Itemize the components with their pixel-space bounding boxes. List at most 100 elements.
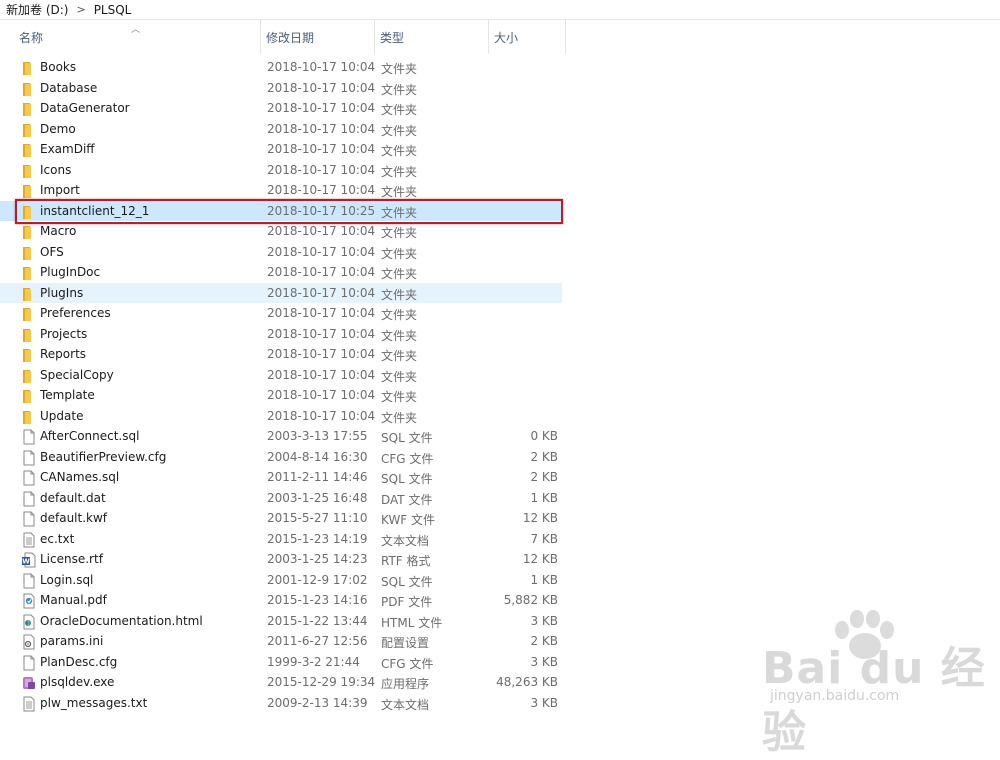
file-row[interactable]: Database 2018-10-17 10:04 文件夹 bbox=[0, 78, 562, 99]
file-row[interactable]: CANames.sql 2011-2-11 14:46 SQL 文件 2 KB bbox=[0, 467, 562, 488]
folder-icon bbox=[23, 369, 31, 383]
file-row[interactable]: Icons 2018-10-17 10:04 文件夹 bbox=[0, 160, 562, 181]
file-name: ec.txt bbox=[40, 531, 75, 546]
file-size: 48,263 KB bbox=[496, 675, 558, 689]
file-name: Preferences bbox=[40, 306, 111, 320]
file-row[interactable]: W License.rtf 2003-1-25 14:23 RTF 格式 12 KB bbox=[0, 549, 562, 570]
file-row[interactable]: Manual.pdf 2015-1-23 14:16 PDF 文件 5,882 KB bbox=[0, 590, 562, 611]
file-row[interactable]: AfterConnect.sql 2003-3-13 17:55 SQL 文件 0 K… bbox=[0, 426, 562, 447]
file-icon bbox=[23, 450, 35, 465]
file-icon bbox=[22, 450, 36, 465]
file-name: Books bbox=[40, 60, 77, 74]
file-row[interactable]: Macro 2018-10-17 10:04 文件夹 bbox=[0, 221, 562, 242]
file-name: PlanDesc.cfg bbox=[40, 654, 118, 669]
file-icon bbox=[22, 491, 36, 506]
file-row[interactable]: DataGenerator 2018-10-17 10:04 文件夹 bbox=[0, 98, 562, 119]
file-row[interactable]: Reports 2018-10-17 10:04 文件夹 bbox=[0, 344, 562, 365]
file-name: PlugInDoc bbox=[40, 265, 101, 279]
folder-icon bbox=[23, 246, 31, 260]
file-row[interactable]: Template 2018-10-17 10:04 文件夹 bbox=[0, 385, 562, 406]
file-name: params.ini bbox=[40, 634, 104, 648]
file-date: 2018-10-17 10:04 bbox=[267, 367, 376, 382]
file-row[interactable]: PlugInDoc 2018-10-17 10:04 文件夹 bbox=[0, 262, 562, 283]
file-date: 2018-10-17 10:04 bbox=[267, 60, 376, 74]
file-size: 2 KB bbox=[530, 634, 558, 648]
file-row[interactable]: OFS 2018-10-17 10:04 文件夹 bbox=[0, 242, 562, 263]
file-size: 2 KB bbox=[530, 449, 558, 464]
file-name: plsqldev.exe bbox=[40, 675, 115, 689]
folder-icon bbox=[23, 308, 31, 321]
file-row[interactable]: SpecialCopy 2018-10-17 10:04 文件夹 bbox=[0, 365, 562, 386]
file-row[interactable]: plsqldev.exe 2015-12-29 19:34 应用程序 48,263 K… bbox=[0, 672, 562, 693]
file-size: 12 KB bbox=[522, 511, 558, 525]
file-type: 文件夹 bbox=[381, 226, 418, 240]
folder-icon bbox=[22, 101, 36, 116]
file-row[interactable]: default.kwf 2015-5-27 11:10 KWF 文件 12 KB bbox=[0, 508, 562, 529]
file-row[interactable]: BeautifierPreview.cfg 2004-8-14 16:30 CFG … bbox=[0, 447, 562, 468]
column-type[interactable]: 类型 bbox=[375, 20, 489, 54]
folder-icon bbox=[23, 185, 31, 198]
folder-icon bbox=[22, 306, 36, 321]
folder-icon bbox=[23, 123, 31, 137]
file-type: 文件夹 bbox=[381, 185, 418, 199]
file-type: SQL 文件 bbox=[381, 431, 433, 445]
file-date: 2003-1-25 16:48 bbox=[267, 490, 368, 505]
file-row[interactable]: ec.txt 2015-1-23 14:19 文本文档 7 KB bbox=[0, 529, 562, 550]
file-icon bbox=[22, 511, 36, 527]
file-name: ExamDiff bbox=[40, 142, 95, 156]
file-size: 2 KB bbox=[530, 470, 558, 484]
file-row[interactable]: OracleDocumentation.html 2015-1-22 13:44 H… bbox=[0, 611, 562, 632]
file-name: Update bbox=[40, 408, 84, 423]
breadcrumb-drive[interactable]: 新加卷 (D:) bbox=[6, 1, 68, 18]
folder-icon bbox=[23, 328, 31, 342]
folder-icon bbox=[22, 163, 36, 178]
file-size: 1 KB bbox=[530, 572, 558, 587]
file-type: RTF 格式 bbox=[381, 554, 431, 568]
file-row[interactable]: Demo 2018-10-17 10:04 文件夹 bbox=[0, 119, 562, 140]
sort-ascending-icon: ︿ bbox=[131, 25, 141, 35]
file-name: CANames.sql bbox=[40, 470, 120, 484]
file-row[interactable]: params.ini 2011-6-27 12:56 配置设置 2 KB bbox=[0, 631, 562, 652]
file-row[interactable]: Books 2018-10-17 10:04 文件夹 bbox=[0, 57, 562, 78]
file-row[interactable]: Projects 2018-10-17 10:04 文件夹 bbox=[0, 324, 562, 345]
file-date: 2018-10-17 10:04 bbox=[267, 80, 376, 95]
column-size[interactable]: 大小 bbox=[489, 20, 566, 54]
file-name: plw_messages.txt bbox=[40, 695, 148, 710]
column-date-label: 修改日期 bbox=[266, 30, 315, 45]
column-date[interactable]: 修改日期 bbox=[261, 20, 375, 54]
file-row[interactable]: Import 2018-10-17 10:04 文件夹 bbox=[0, 180, 562, 201]
file-row[interactable]: default.dat 2003-1-25 16:48 DAT 文件 1 KB bbox=[0, 488, 562, 509]
file-name: default.dat bbox=[40, 490, 106, 505]
file-name: License.rtf bbox=[40, 552, 103, 566]
exe-icon bbox=[23, 677, 35, 689]
file-row[interactable]: Preferences 2018-10-17 10:04 文件夹 bbox=[0, 303, 562, 324]
file-row[interactable]: Update 2018-10-17 10:04 文件夹 bbox=[0, 406, 562, 427]
file-name: BeautifierPreview.cfg bbox=[40, 449, 167, 464]
file-type: 文本文档 bbox=[381, 697, 430, 712]
file-date: 2018-10-17 10:04 bbox=[267, 244, 376, 259]
file-name: OFS bbox=[40, 244, 64, 259]
ini-file-icon bbox=[22, 634, 36, 650]
folder-icon bbox=[23, 349, 31, 362]
file-type: SQL 文件 bbox=[381, 574, 433, 589]
file-type: 文件夹 bbox=[381, 328, 418, 343]
file-name: SpecialCopy bbox=[40, 367, 114, 382]
file-row-selected[interactable]: instantclient_12_1 2018-10-17 10:25 文件夹 bbox=[0, 198, 563, 224]
file-row[interactable]: PlanDesc.cfg 1999-3-2 21:44 CFG 文件 3 KB bbox=[0, 652, 562, 673]
file-date: 2018-10-17 10:04 bbox=[267, 408, 376, 423]
folder-icon bbox=[23, 82, 31, 96]
file-type: 文件夹 bbox=[381, 308, 418, 322]
file-date: 2001-12-9 17:02 bbox=[267, 572, 368, 587]
file-icon bbox=[22, 655, 36, 670]
file-date: 2015-5-27 11:10 bbox=[267, 511, 368, 525]
breadcrumb-folder[interactable]: PLSQL bbox=[94, 3, 132, 17]
text-file-icon bbox=[23, 532, 35, 547]
file-type: 文件夹 bbox=[381, 82, 418, 97]
folder-icon bbox=[22, 60, 36, 75]
file-row[interactable]: PlugIns 2018-10-17 10:04 文件夹 bbox=[0, 282, 562, 303]
file-row[interactable]: plw_messages.txt 2009-2-13 14:39 文本文档 3 KB bbox=[0, 693, 562, 714]
file-row[interactable]: Login.sql 2001-12-9 17:02 SQL 文件 1 KB bbox=[0, 570, 562, 591]
file-row[interactable]: ExamDiff 2018-10-17 10:04 文件夹 bbox=[0, 139, 562, 160]
file-date: 2018-10-17 10:04 bbox=[267, 265, 376, 279]
folder-icon bbox=[22, 122, 36, 137]
